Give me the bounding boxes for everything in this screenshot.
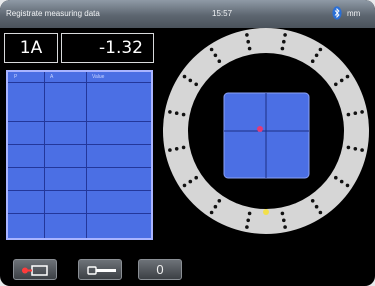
dial-position-dot (283, 33, 287, 37)
dial-position-dot (283, 225, 287, 229)
dial-position-dot (213, 53, 218, 58)
dial-position-dot (353, 147, 358, 151)
active-position-marker (263, 209, 269, 215)
dial-position-dot (345, 74, 350, 79)
dial-position-dot (339, 179, 344, 184)
dial-position-dot (282, 218, 286, 223)
dial-position-dot (168, 110, 172, 114)
dial-position-dot (334, 82, 338, 87)
dial-position-dot (182, 183, 187, 188)
dial-position-dot (168, 148, 172, 152)
tool-button[interactable] (78, 259, 122, 280)
wrench-icon (87, 266, 116, 275)
dial-position-dot (213, 204, 218, 209)
dial-position-dot (280, 211, 285, 216)
dial-position-dot (353, 111, 358, 115)
measurement-dial[interactable] (0, 0, 375, 286)
dial-position-dot (246, 39, 250, 44)
dial-position-dot (314, 53, 319, 58)
dial-position-dot (188, 179, 193, 184)
position-marker (257, 126, 263, 132)
dial-position-dot (346, 112, 351, 117)
dial-position-dot (282, 39, 286, 44)
dial-position-dot (346, 145, 351, 150)
dial-position-dot (247, 46, 252, 51)
dial-position-dot (209, 47, 214, 52)
dial-position-dot (334, 175, 338, 180)
dial-position-dot (174, 111, 179, 115)
dial-position-dot (310, 199, 315, 203)
zero-button[interactable]: 0 (138, 259, 182, 280)
dial-position-dot (314, 204, 319, 209)
dial-position-dot (217, 199, 222, 203)
dial-position-dot (310, 59, 315, 63)
record-icon (22, 265, 48, 276)
dial-position-dot (280, 46, 285, 51)
dial-position-dot (174, 147, 179, 151)
dial-position-dot (318, 47, 323, 52)
dial-position-dot (181, 145, 186, 150)
dial-position-dot (194, 82, 198, 87)
dial-position-dot (247, 211, 252, 216)
dial-position-dot (194, 175, 198, 180)
dial-position-dot (318, 210, 323, 215)
dial-position-dot (188, 78, 193, 83)
dial-position-dot (246, 218, 250, 223)
dial-position-dot (217, 59, 222, 63)
dial-position-dot (345, 183, 350, 188)
dial-position-dot (360, 148, 364, 152)
dial-position-dot (245, 225, 249, 229)
dial-position-dot (360, 110, 364, 114)
dial-position-dot (245, 33, 249, 37)
dial-position-dot (209, 210, 214, 215)
dial-position-dot (181, 112, 186, 117)
record-button[interactable] (13, 259, 57, 280)
app-window: Registrate measuring data 15:57 mm 1A -1… (0, 0, 375, 286)
dial-position-dot (339, 78, 344, 83)
dial-position-dot (182, 74, 187, 79)
